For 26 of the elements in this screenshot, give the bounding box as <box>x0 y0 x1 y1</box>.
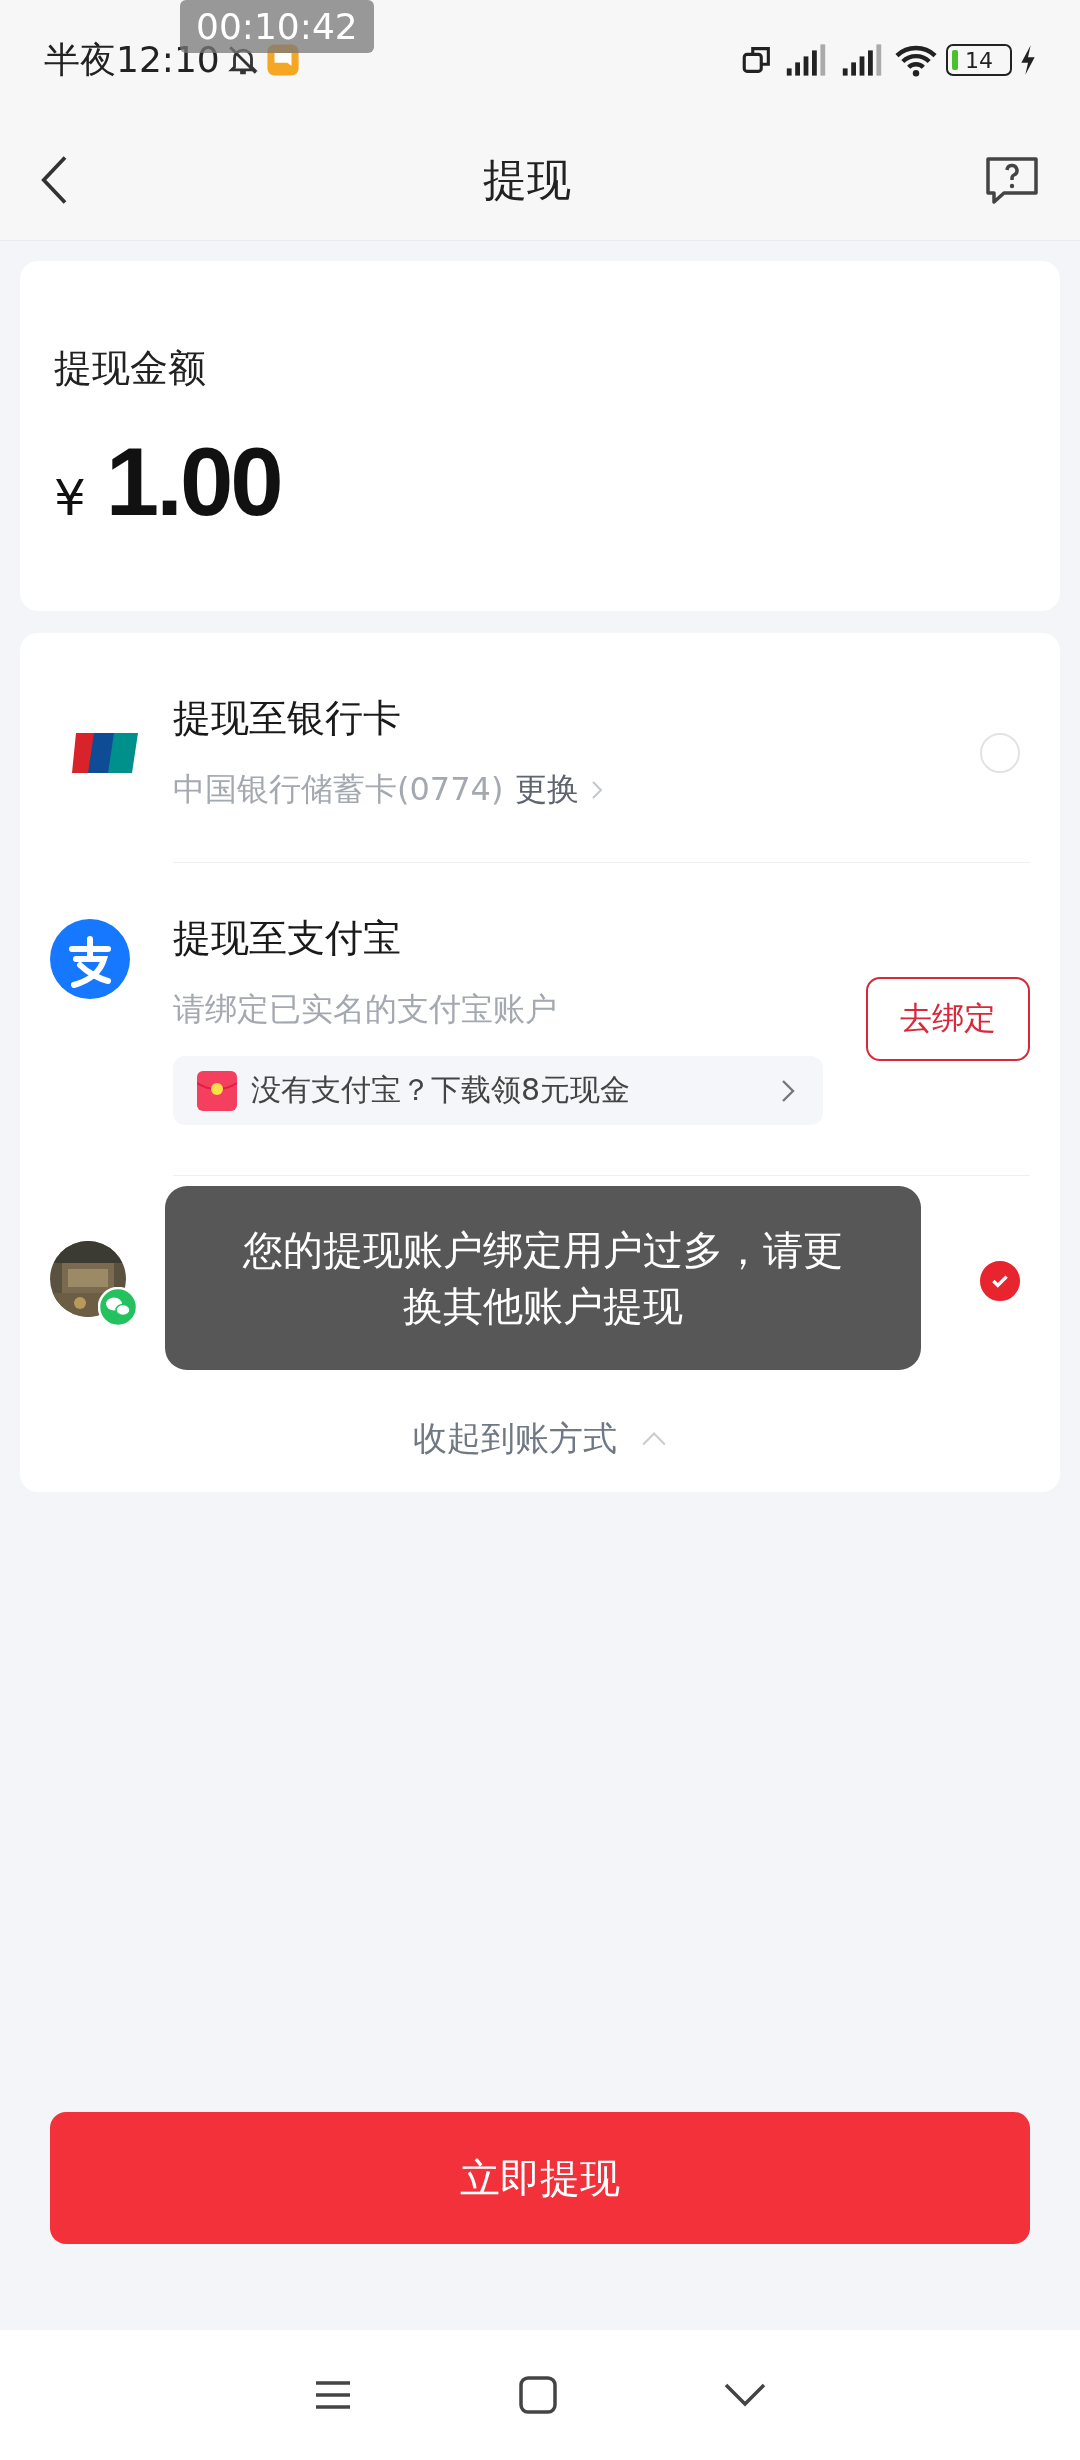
collapse-link[interactable]: 收起到账方式 <box>20 1396 1060 1462</box>
help-icon[interactable] <box>984 155 1040 205</box>
battery-icon: 14 <box>946 44 1012 76</box>
chevron-icon <box>781 1078 795 1103</box>
account-action-link[interactable]: 更换 <box>515 768 580 812</box>
chat-bubbles-icon <box>98 1287 138 1327</box>
bank-card-icon <box>70 730 140 775</box>
bind-hint: 请绑定已实名的支付宝账户 <box>173 989 558 1030</box>
payment-app-icon <box>50 919 130 999</box>
promo-text: 没有支付宝？下载领8元现金 <box>251 1071 632 1109</box>
amount-value: 1.00 <box>105 433 281 530</box>
promo-banner[interactable]: 没有支付宝？下载领8元现金 <box>173 1056 823 1125</box>
currency-symbol: ¥ <box>54 468 86 527</box>
radio-button[interactable] <box>980 1261 1020 1301</box>
chevron-icon <box>591 780 604 800</box>
account-label: 中国银行储蓄卡(0774) <box>173 769 504 810</box>
account-limit-toast: 您的提现账户绑定用户过多，请更换其他账户提现 <box>165 1186 921 1370</box>
method-title: 提现至银行卡 <box>173 695 402 742</box>
withdraw-button[interactable]: 立即提现 <box>50 2112 1030 2244</box>
page-title: 提现 <box>483 152 571 207</box>
envelope-icon <box>197 1070 237 1111</box>
home-icon[interactable] <box>518 2375 558 2415</box>
method-title: 提现至支付宝 <box>173 915 402 962</box>
amount-label: 提现金额 <box>54 344 207 392</box>
chevron-up-icon <box>641 1431 667 1447</box>
bind-button[interactable]: 去绑定 <box>866 977 1030 1061</box>
